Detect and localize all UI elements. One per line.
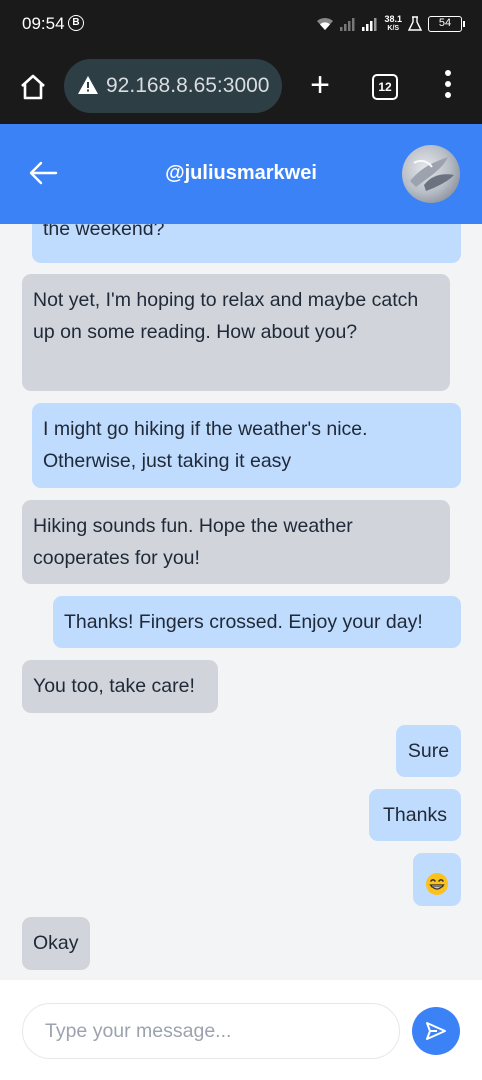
signal-sim1-icon [340, 18, 355, 31]
message-bubble-sent: Sure [396, 725, 461, 777]
home-icon[interactable] [18, 72, 48, 102]
message-bubble-received: Not yet, I'm hoping to relax and maybe c… [22, 274, 450, 391]
status-bar: 09:54 B 38.1 K/S 54 [0, 0, 482, 48]
message-bubble-sent [413, 853, 461, 906]
status-indicators: 38.1 K/S 54 [316, 12, 465, 36]
message-bubble-received: Hiking sounds fun. Hope the weather coop… [22, 500, 450, 584]
browser-toolbar: 92.168.8.65:3000 + 12 [0, 48, 482, 124]
message-composer [0, 980, 482, 1080]
message-bubble-received: Okay [22, 917, 90, 970]
new-tab-button[interactable]: + [306, 68, 334, 102]
message-bubble-sent: the weekend? [32, 224, 461, 263]
message-list[interactable]: the weekend? Not yet, I'm hoping to rela… [0, 224, 482, 980]
signal-sim2-icon [362, 18, 377, 31]
network-speed: 38.1 K/S [384, 15, 402, 33]
message-input[interactable] [22, 1003, 400, 1059]
message-bubble-sent: Thanks! Fingers crossed. Enjoy your day! [53, 596, 461, 648]
avatar[interactable] [402, 145, 460, 203]
tab-switcher-button[interactable]: 12 [372, 74, 398, 100]
address-bar[interactable]: 92.168.8.65:3000 [64, 59, 282, 113]
message-bubble-received: You too, take care! [22, 660, 218, 713]
notification-badge-icon: B [68, 15, 84, 31]
battery-icon: 54 [428, 16, 465, 32]
warning-icon[interactable] [78, 76, 98, 94]
message-bubble-sent: Thanks [369, 789, 461, 841]
network-speed-value: 38.1 [384, 14, 402, 24]
wifi-icon [317, 17, 334, 30]
url-text[interactable]: 92.168.8.65:3000 [106, 74, 270, 98]
status-time: 09:54 [22, 14, 65, 33]
network-speed-unit: K/S [387, 25, 400, 32]
message-bubble-sent: I might go hiking if the weather's nice.… [32, 403, 461, 488]
avatar-image-icon [410, 157, 454, 191]
send-icon [426, 1022, 446, 1040]
send-button[interactable] [412, 1007, 460, 1055]
more-menu-icon[interactable] [438, 70, 458, 104]
flask-icon [408, 16, 422, 31]
grinning-face-emoji-icon [426, 872, 448, 895]
